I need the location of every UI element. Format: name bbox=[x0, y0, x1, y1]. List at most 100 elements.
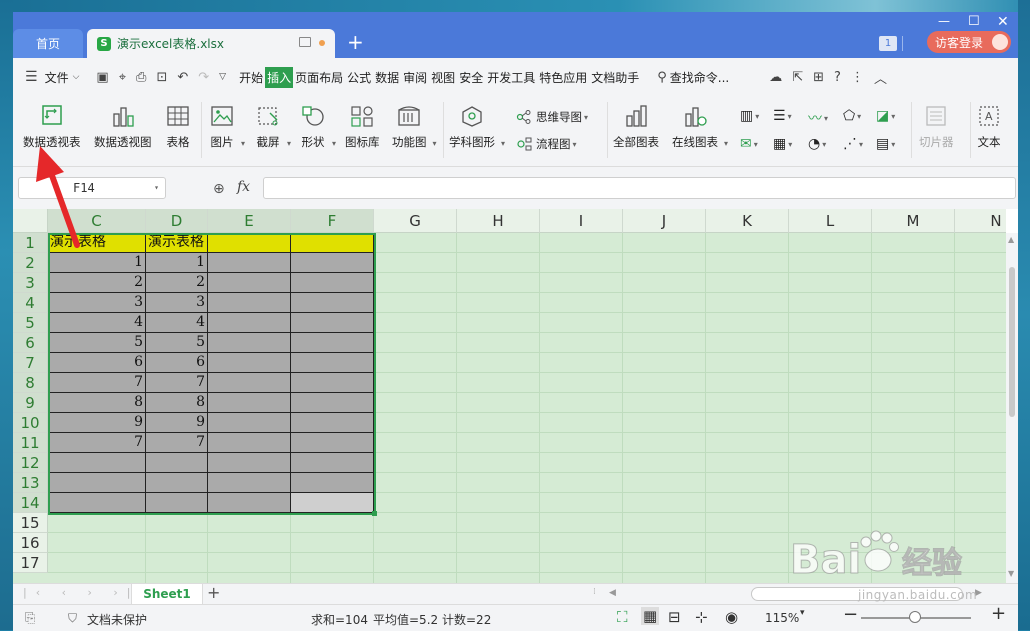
subject-shapes-button[interactable]: 学科图形 ▾ bbox=[449, 104, 505, 150]
cell-d9[interactable]: 8 bbox=[146, 393, 208, 413]
column-header-c[interactable]: C bbox=[48, 209, 146, 233]
radar-chart-icon[interactable]: ⬠ ▾ bbox=[843, 108, 861, 124]
row-header-17[interactable]: 17 bbox=[13, 553, 48, 573]
cell-e11[interactable] bbox=[208, 433, 291, 453]
cell-c2[interactable]: 1 bbox=[48, 253, 146, 273]
add-sheet-icon[interactable]: + bbox=[207, 583, 220, 602]
menu-formulas[interactable]: 公式 bbox=[345, 69, 373, 86]
formula-input[interactable] bbox=[263, 177, 1016, 199]
close-icon[interactable]: ✕ bbox=[997, 14, 1009, 30]
column-header-l[interactable]: L bbox=[789, 209, 872, 233]
menu-insert[interactable]: 插入 bbox=[265, 66, 294, 88]
column-header-n[interactable]: N bbox=[955, 209, 1006, 233]
column-header-m[interactable]: M bbox=[872, 209, 955, 233]
cell-e12[interactable] bbox=[208, 453, 291, 473]
row-header-6[interactable]: 6 bbox=[13, 333, 48, 353]
cell-c11[interactable]: 7 bbox=[48, 433, 146, 453]
window-float-icon[interactable] bbox=[299, 37, 311, 47]
cell-f7[interactable] bbox=[291, 353, 374, 373]
menu-review[interactable]: 审阅 bbox=[401, 69, 429, 86]
cell-e6[interactable] bbox=[208, 333, 291, 353]
menu-doc-assistant[interactable]: 文档助手 bbox=[589, 69, 641, 86]
row-header-13[interactable]: 13 bbox=[13, 473, 48, 493]
active-cell-f14[interactable] bbox=[291, 493, 374, 513]
help-icon[interactable]: ? bbox=[834, 70, 841, 85]
shapes-button[interactable]: 形状 ▾ bbox=[300, 104, 336, 150]
screenshot-button[interactable]: 截屏 ▾ bbox=[255, 104, 291, 150]
cell-f2[interactable] bbox=[291, 253, 374, 273]
cell-c1[interactable]: 演示表格 bbox=[48, 233, 146, 253]
zoom-formula-icon[interactable]: ⊕ bbox=[213, 181, 225, 197]
scroll-left-icon[interactable]: ◀ bbox=[609, 588, 616, 598]
textbox-button[interactable]: A 文本 bbox=[976, 104, 1002, 150]
tab-document[interactable]: S 演示excel表格.xlsx bbox=[87, 29, 335, 58]
select-all-corner[interactable] bbox=[13, 209, 48, 233]
column-header-f[interactable]: F bbox=[291, 209, 374, 233]
cell-c9[interactable]: 8 bbox=[48, 393, 146, 413]
cell-f10[interactable] bbox=[291, 413, 374, 433]
row-header-2[interactable]: 2 bbox=[13, 253, 48, 273]
login-button[interactable]: 访客登录 bbox=[927, 31, 1011, 53]
cell-c12[interactable] bbox=[48, 453, 146, 473]
mind-map-button[interactable]: 思维导图 ▾ bbox=[516, 109, 588, 125]
command-search[interactable]: 查找命令... bbox=[668, 69, 731, 86]
row-header-16[interactable]: 16 bbox=[13, 533, 48, 553]
normal-view-icon[interactable]: ▦ bbox=[641, 607, 660, 625]
cell-c14[interactable] bbox=[48, 493, 146, 513]
menu-data[interactable]: 数据 bbox=[373, 69, 401, 86]
chevron-down-icon[interactable]: ⌵ bbox=[73, 72, 80, 82]
line-chart-icon[interactable]: 〰 ▾ bbox=[808, 108, 828, 128]
menu-home[interactable]: 开始 bbox=[237, 69, 265, 86]
cell-e9[interactable] bbox=[208, 393, 291, 413]
function-chart-button[interactable]: 功能图 ▾ bbox=[392, 104, 437, 150]
print-preview-icon[interactable]: ⊡ bbox=[156, 70, 167, 85]
row-header-4[interactable]: 4 bbox=[13, 293, 48, 313]
reading-mode-icon[interactable]: ⊹ bbox=[695, 608, 708, 626]
format-painter-icon[interactable]: ⌖ bbox=[119, 70, 126, 85]
share-icon[interactable]: ⇱ bbox=[792, 70, 803, 85]
sheet-nav-arrows[interactable]: |‹ ‹ › ›| bbox=[23, 586, 140, 599]
menu-special-apps[interactable]: 特色应用 bbox=[537, 69, 589, 86]
fullscreen-icon[interactable]: ⛶ bbox=[617, 608, 628, 626]
cell-d13[interactable] bbox=[146, 473, 208, 493]
column-header-i[interactable]: I bbox=[540, 209, 623, 233]
search-icon[interactable]: ⚲ bbox=[657, 70, 667, 85]
cell-d3[interactable]: 2 bbox=[146, 273, 208, 293]
row-header-11[interactable]: 11 bbox=[13, 433, 48, 453]
stock-chart-icon[interactable]: ✉ ▾ bbox=[740, 136, 758, 152]
collapse-ribbon-icon[interactable]: ︿ bbox=[874, 68, 887, 87]
zoom-level[interactable]: 115% bbox=[765, 611, 799, 625]
cell-f9[interactable] bbox=[291, 393, 374, 413]
cell-d7[interactable]: 6 bbox=[146, 353, 208, 373]
save-icon[interactable]: ▣ bbox=[96, 70, 108, 85]
cloud-icon[interactable]: ☁ bbox=[769, 70, 782, 85]
page-break-view-icon[interactable]: ⊟ bbox=[668, 608, 681, 626]
more-icon[interactable]: ⋮ bbox=[851, 70, 864, 85]
chevron-down-icon[interactable]: ▾ bbox=[154, 178, 159, 198]
cell-d14[interactable] bbox=[146, 493, 208, 513]
row-header-8[interactable]: 8 bbox=[13, 373, 48, 393]
cell-d4[interactable]: 3 bbox=[146, 293, 208, 313]
cell-d6[interactable]: 5 bbox=[146, 333, 208, 353]
menu-page-layout[interactable]: 页面布局 bbox=[293, 69, 345, 86]
print-icon[interactable]: ⎙ bbox=[136, 70, 146, 85]
cell-d11[interactable]: 7 bbox=[146, 433, 208, 453]
cell-e13[interactable] bbox=[208, 473, 291, 493]
vertical-scrollbar[interactable]: ▲ ▼ bbox=[1006, 233, 1018, 583]
cell-e5[interactable] bbox=[208, 313, 291, 333]
cell-e4[interactable] bbox=[208, 293, 291, 313]
column-chart-icon[interactable]: ▥ ▾ bbox=[740, 108, 759, 124]
macro-record-icon[interactable]: ⎘ bbox=[25, 611, 35, 626]
cell-f5[interactable] bbox=[291, 313, 374, 333]
menu-developer[interactable]: 开发工具 bbox=[485, 69, 537, 86]
undo-icon[interactable]: ↶ bbox=[177, 70, 188, 85]
online-charts-button[interactable]: 在线图表 ▾ bbox=[672, 104, 728, 150]
cell-f11[interactable] bbox=[291, 433, 374, 453]
cell-c5[interactable]: 4 bbox=[48, 313, 146, 333]
protection-status[interactable]: 文档未保护 bbox=[87, 611, 147, 628]
table-button[interactable]: 表格 bbox=[165, 104, 191, 150]
row-header-1[interactable]: 1 bbox=[13, 233, 48, 253]
cell-f4[interactable] bbox=[291, 293, 374, 313]
slicer-button[interactable]: 切片器 bbox=[919, 104, 954, 150]
column-header-j[interactable]: J bbox=[623, 209, 706, 233]
